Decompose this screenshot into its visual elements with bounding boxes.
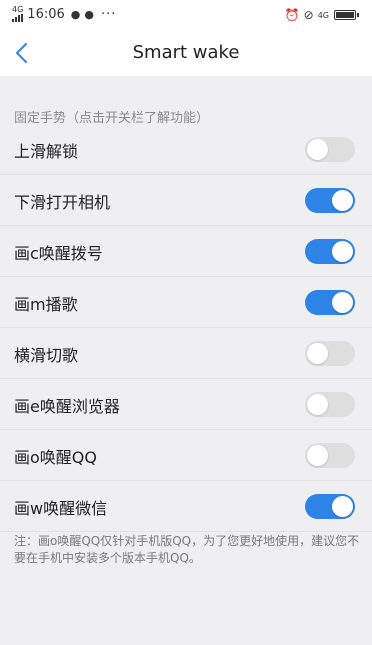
page-title: Smart wake — [132, 42, 240, 63]
signal-label: 4G — [12, 5, 24, 14]
toggle-knob — [332, 496, 353, 517]
toggle-knob — [307, 445, 328, 466]
gesture-label: 画o唤醒QQ — [14, 448, 97, 467]
toggle-knob — [332, 190, 353, 211]
gesture-label: 上滑解锁 — [14, 142, 79, 161]
toggle-draw-o-qq[interactable] — [305, 443, 355, 468]
toggle-swipe-switch-song[interactable] — [305, 341, 355, 366]
status-right: ⏰ ⊘ 4G — [281, 8, 359, 22]
toggle-draw-e-browser[interactable] — [305, 392, 355, 417]
gesture-row-swipe-down-camera[interactable]: 下滑打开相机 — [0, 175, 372, 226]
gesture-label: 下滑打开相机 — [14, 193, 111, 212]
toggle-draw-c-dialer[interactable] — [305, 239, 355, 264]
toggle-draw-m-music[interactable] — [305, 290, 355, 315]
toggle-knob — [307, 343, 328, 364]
silent-icon: ⊘ — [303, 8, 314, 22]
battery-icon — [334, 10, 359, 20]
toggle-knob — [332, 292, 353, 313]
chat-icon: ● — [70, 7, 81, 21]
footer-note: 注：画o唤醒QQ仅针对手机版QQ，为了您更好地使用，建议您不要在手机中安装多个版… — [14, 534, 360, 565]
gesture-row-draw-e-browser[interactable]: 画e唤醒浏览器 — [0, 379, 372, 430]
signal-bars-icon — [12, 14, 23, 22]
toggle-swipe-up-unlock[interactable] — [305, 137, 355, 162]
alarm-icon: ⏰ — [284, 8, 300, 22]
toggle-knob — [332, 241, 353, 262]
more-notifications: ··· — [100, 6, 117, 22]
gesture-label: 画m播歌 — [14, 295, 78, 314]
gesture-row-draw-o-qq[interactable]: 画o唤醒QQ — [0, 430, 372, 481]
gesture-row-draw-m-music[interactable]: 画m播歌 — [0, 277, 372, 328]
toggle-knob — [307, 394, 328, 415]
location-icon: ● — [84, 7, 94, 21]
status-left: 4G 16:06 ● ● ··· — [12, 6, 116, 22]
status-bar: 4G 16:06 ● ● ··· ⏰ ⊘ 4G — [0, 0, 372, 30]
nav-bar: Smart wake — [0, 30, 372, 76]
gesture-label: 横滑切歌 — [14, 346, 79, 365]
status-time: 16:06 — [27, 6, 65, 22]
toggle-draw-w-wechat[interactable] — [305, 494, 355, 519]
toggle-swipe-down-camera[interactable] — [305, 188, 355, 213]
gesture-row-swipe-up-unlock[interactable]: 上滑解锁 — [0, 124, 372, 175]
gesture-label: 画w唤醒微信 — [14, 499, 108, 518]
gesture-row-draw-c-dialer[interactable]: 画c唤醒拨号 — [0, 226, 372, 277]
gesture-row-draw-w-wechat[interactable]: 画w唤醒微信 — [0, 481, 372, 532]
signal-indicator: 4G — [12, 6, 23, 22]
gesture-label: 画e唤醒浏览器 — [14, 397, 120, 416]
gesture-label: 画c唤醒拨号 — [14, 244, 103, 263]
gesture-row-swipe-switch-song[interactable]: 横滑切歌 — [0, 328, 372, 379]
gesture-list: 上滑解锁 下滑打开相机 画c唤醒拨号 画m播歌 横滑切歌 画e唤醒浏览器 画o唤… — [0, 124, 372, 532]
toggle-knob — [307, 139, 328, 160]
network-label: 4G — [317, 10, 329, 20]
